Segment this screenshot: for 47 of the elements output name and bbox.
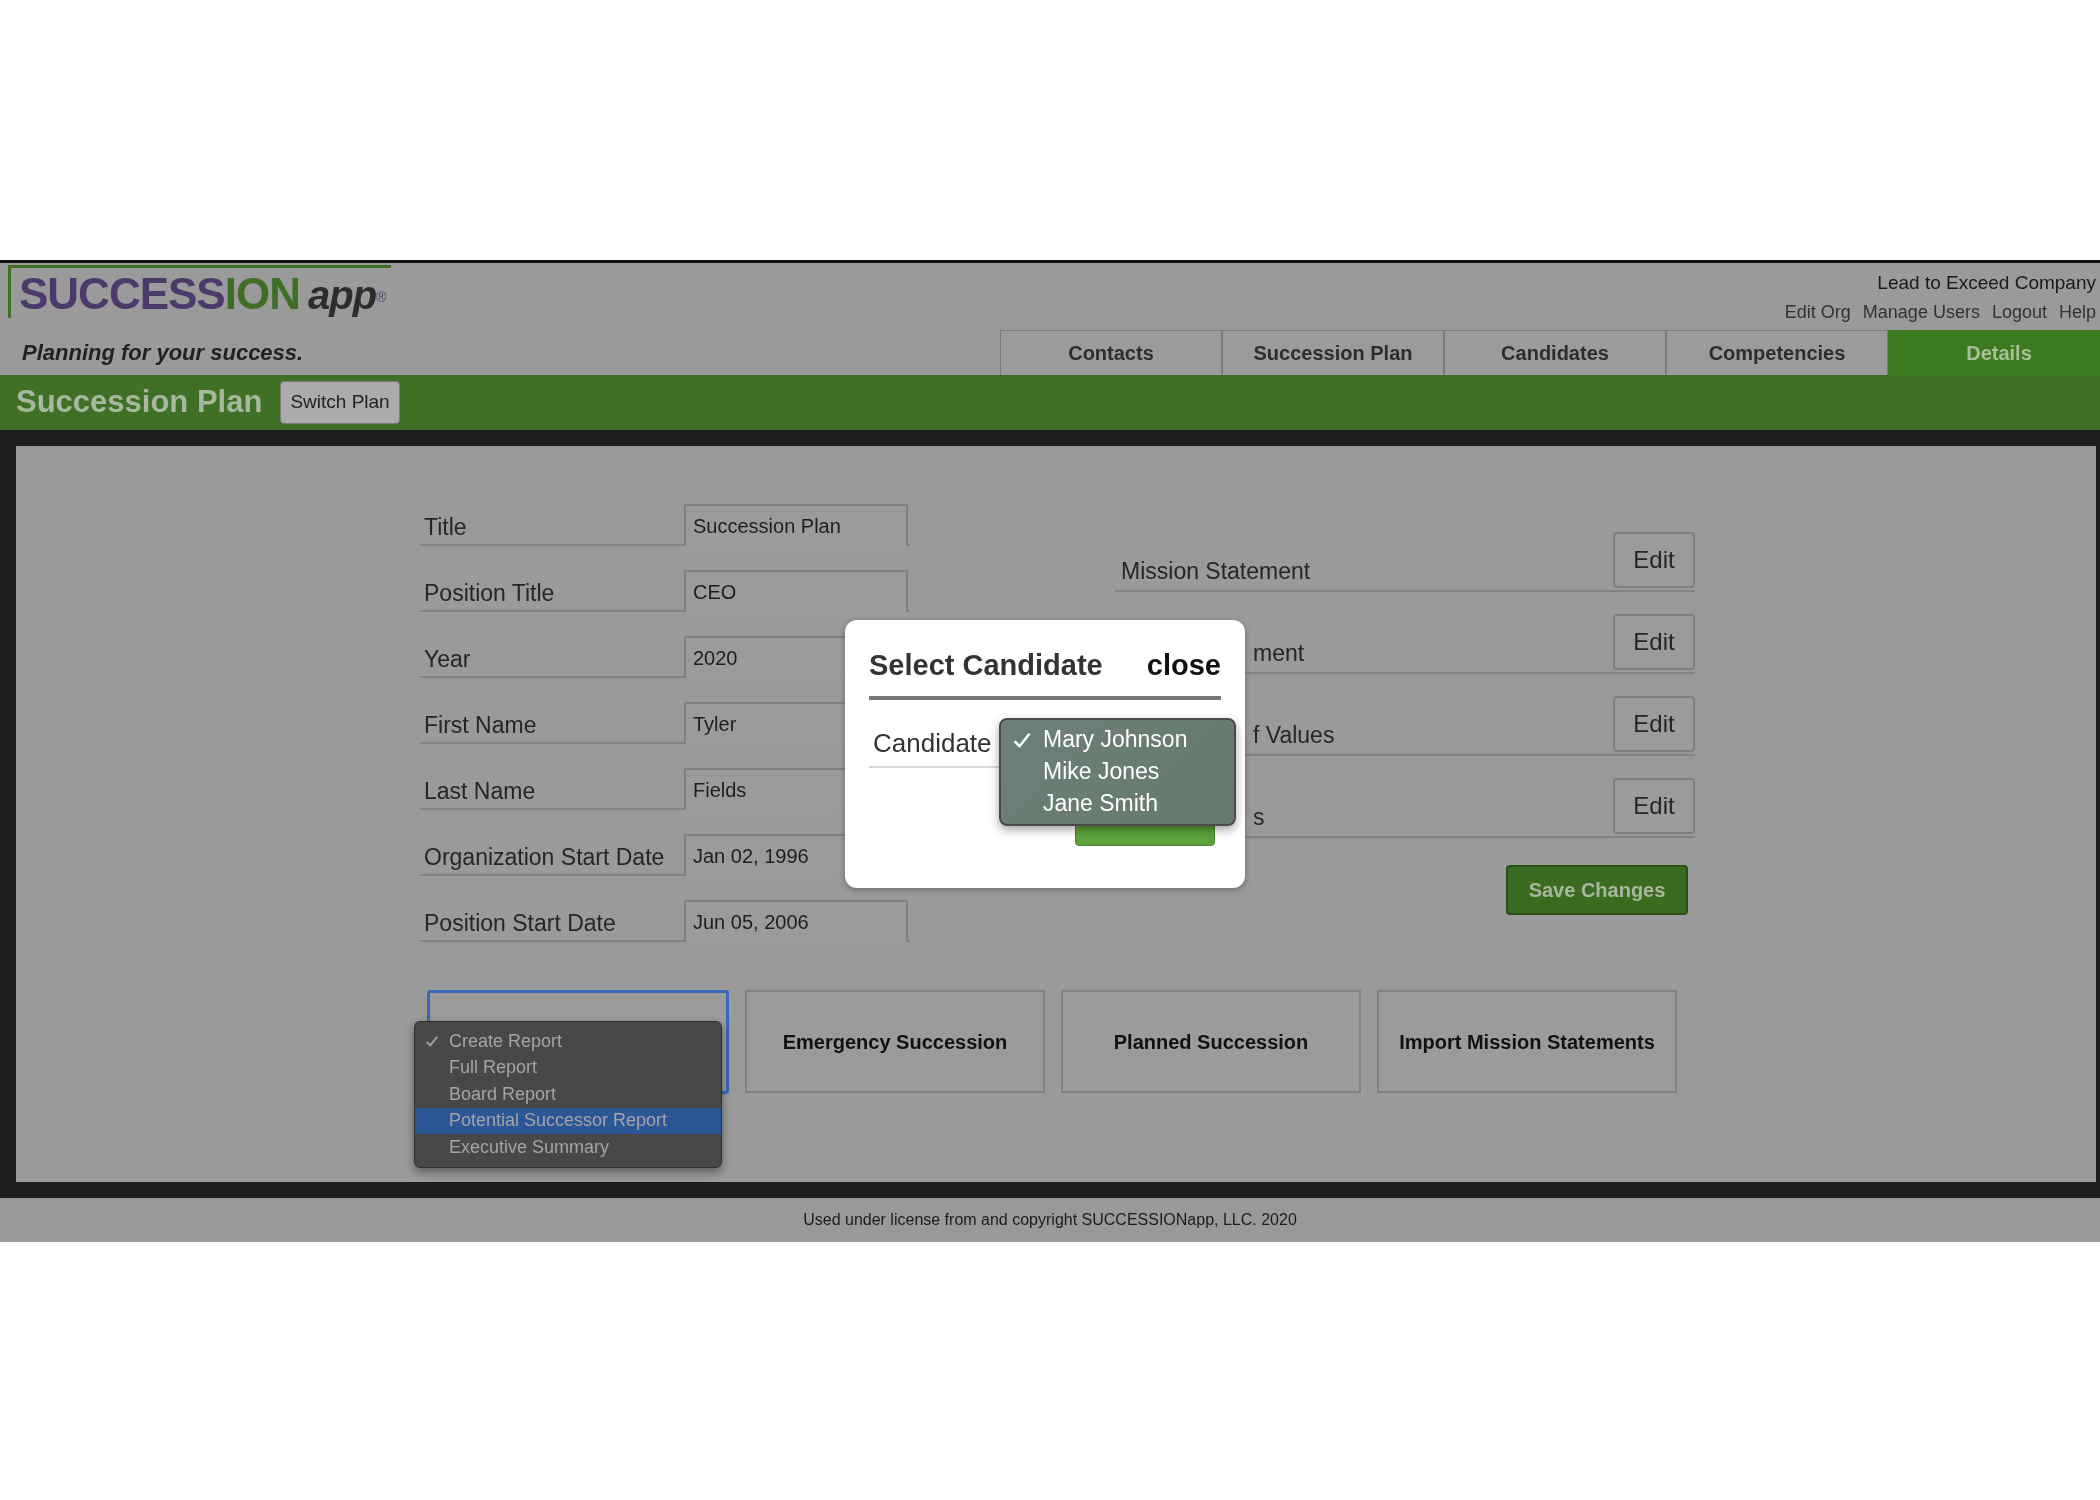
text-input[interactable]: CEO (684, 570, 908, 612)
save-changes-button[interactable]: Save Changes (1506, 865, 1688, 915)
nav-tab[interactable]: Succession Plan (1222, 330, 1444, 375)
field-label: Organization Start Date (423, 842, 666, 872)
statement-label: s (1253, 802, 1265, 832)
edit-button[interactable]: Edit (1613, 614, 1695, 670)
field-label: Title (423, 512, 468, 542)
statement-label: ment (1253, 638, 1305, 668)
close-link[interactable]: close (1146, 644, 1221, 688)
logo-tagline: Planning for your success. (22, 339, 305, 367)
dropdown-option[interactable]: Mary Johnson (1001, 723, 1234, 756)
nav-tab[interactable]: Competencies (1666, 330, 1888, 375)
field-label: First Name (423, 710, 538, 740)
field-label: Year (423, 644, 472, 674)
field-label: Position Title (423, 578, 556, 608)
action-button[interactable]: Planned Succession (1061, 990, 1361, 1093)
edit-button[interactable]: Edit (1613, 696, 1695, 752)
text-input[interactable]: Succession Plan (684, 504, 908, 546)
dropdown-option[interactable]: Full Report (415, 1054, 721, 1081)
dropdown-option[interactable]: Potential Successor Report (415, 1107, 721, 1134)
dropdown-option[interactable]: Board Report (415, 1081, 721, 1108)
header-link[interactable]: Edit Org (1784, 301, 1851, 322)
switch-plan-button[interactable]: Switch Plan (280, 381, 400, 424)
dropdown-option[interactable]: Mike Jones (1001, 755, 1234, 788)
company-name: Lead to Exceed Company (1877, 272, 2096, 293)
field-label: Position Start Date (423, 908, 617, 938)
statement-label: f Values (1253, 720, 1335, 750)
dropdown-option[interactable]: Jane Smith (1001, 787, 1234, 820)
logo-wordmark: SUCCESSION app$^{®}$ (8, 265, 392, 318)
dropdown-option[interactable]: Executive Summary (415, 1134, 721, 1161)
nav-tab[interactable]: Details (1888, 330, 2100, 375)
text-input[interactable]: Jun 05, 2006 (684, 900, 908, 942)
statement-label: Mission Statement (1120, 556, 1311, 586)
footer-text: Used under license from and copyright SUCCESSIONapp, LLC. 2020 (0, 1198, 2100, 1242)
dropdown-option[interactable]: Create Report (415, 1028, 721, 1055)
header-link[interactable]: Help (2058, 301, 2096, 322)
action-button[interactable]: Emergency Succession (745, 990, 1045, 1093)
page-title: Succession Plan (16, 383, 263, 422)
edit-button[interactable]: Edit (1613, 532, 1695, 588)
header-link[interactable]: Logout (1991, 301, 2047, 322)
action-button[interactable]: Import Mission Statements (1377, 990, 1677, 1093)
field-label: Last Name (423, 776, 537, 806)
check-icon (425, 1034, 439, 1049)
nav-tab[interactable]: Candidates (1444, 330, 1666, 375)
nav-tab[interactable]: Contacts (1000, 330, 1222, 375)
edit-button[interactable]: Edit (1613, 778, 1695, 834)
header-link[interactable]: Manage Users (1862, 301, 1980, 322)
